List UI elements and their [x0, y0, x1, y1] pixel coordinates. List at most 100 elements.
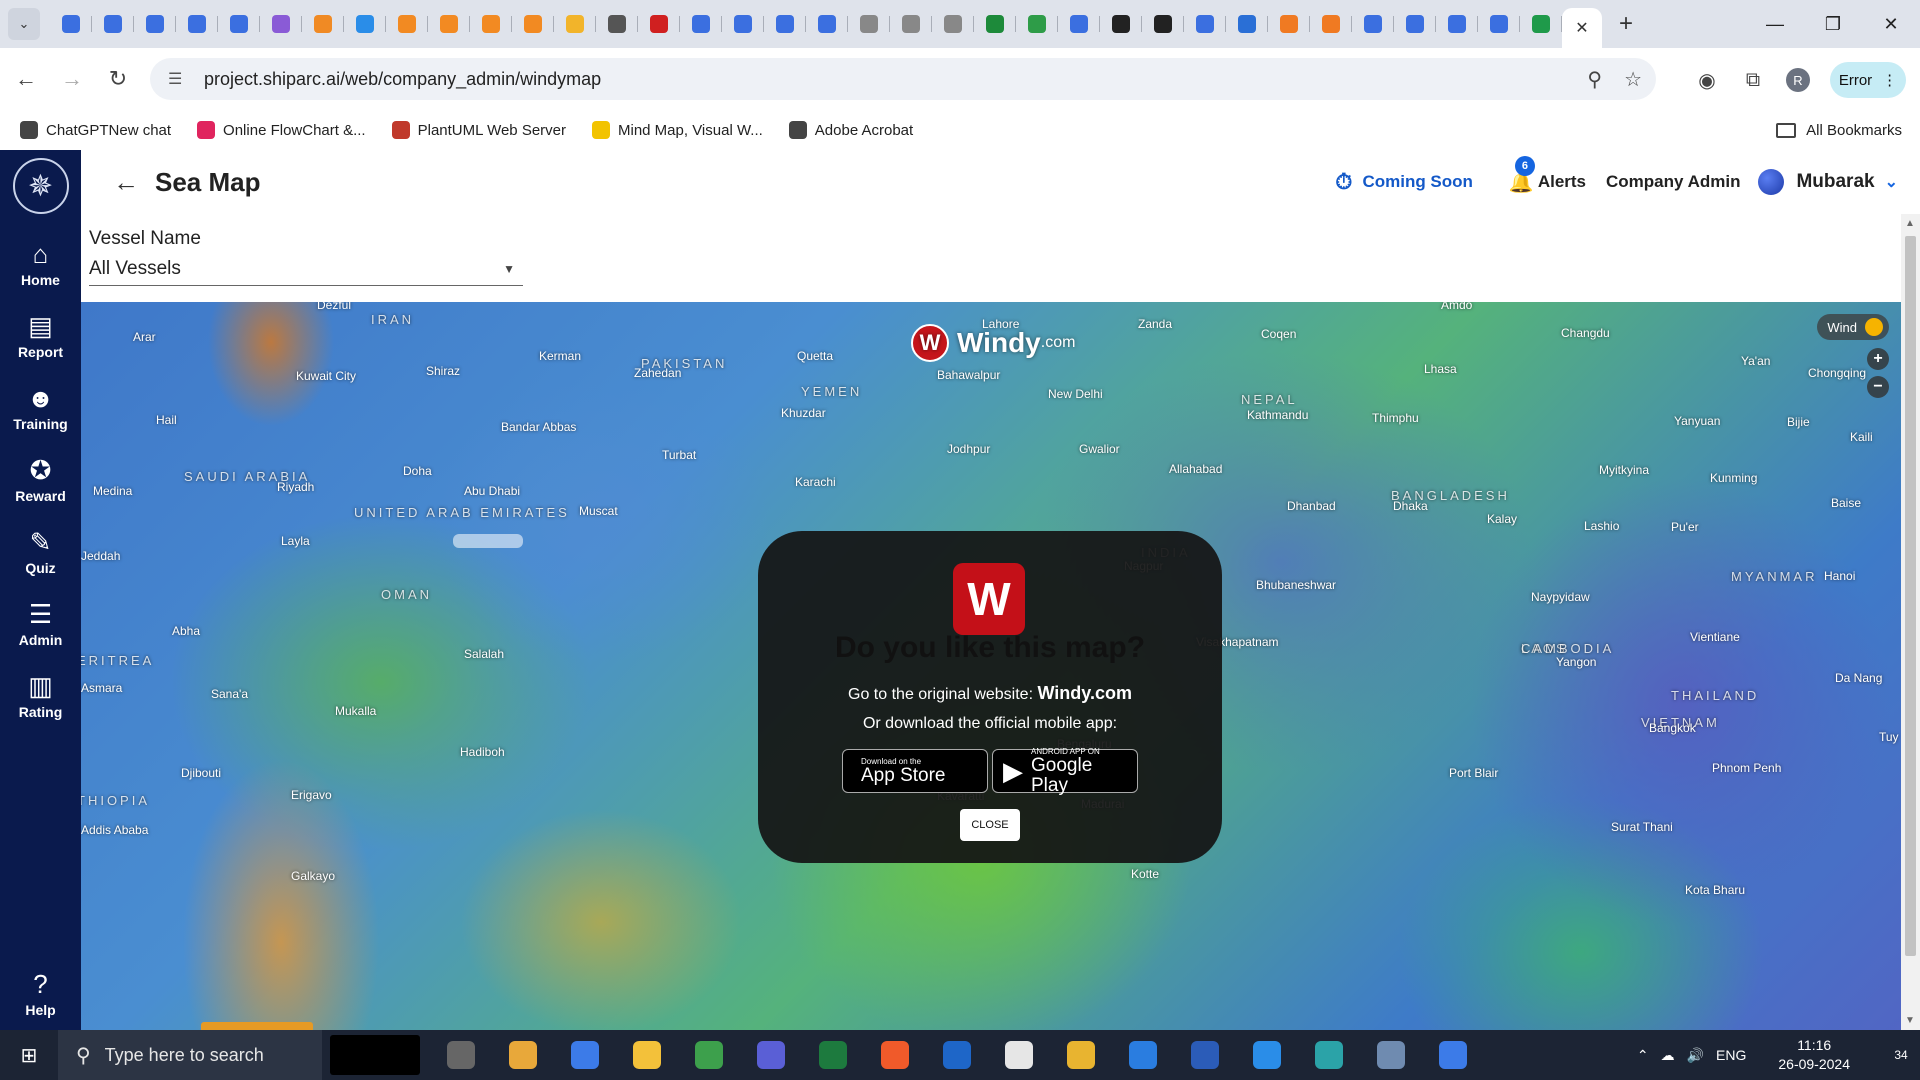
- browser-tab[interactable]: [554, 6, 596, 42]
- browser-tab[interactable]: [932, 6, 974, 42]
- browser-tab[interactable]: [470, 6, 512, 42]
- browser-tab[interactable]: [1436, 6, 1478, 42]
- user-menu[interactable]: Mubarak ⌄: [1758, 169, 1898, 195]
- app-store-button[interactable]: Download on the App Store: [842, 749, 988, 793]
- browser-tab[interactable]: [1142, 6, 1184, 42]
- taskbar-app-button[interactable]: [1236, 1030, 1298, 1080]
- browser-tab[interactable]: [1394, 6, 1436, 42]
- bookmark-item[interactable]: PlantUML Web Server: [391, 121, 566, 139]
- browser-tab[interactable]: [512, 6, 554, 42]
- coming-soon-button[interactable]: ⏱ Coming Soon: [1335, 169, 1473, 195]
- taskbar-app-button[interactable]: [492, 1030, 554, 1080]
- browser-tab[interactable]: [680, 6, 722, 42]
- taskbar-app-button[interactable]: [1050, 1030, 1112, 1080]
- close-dialog-button[interactable]: CLOSE: [960, 809, 1020, 841]
- bookmark-item[interactable]: Mind Map, Visual W...: [592, 121, 763, 139]
- address-bar[interactable]: ☰ project.shiparc.ai/web/company_admin/w…: [150, 58, 1656, 100]
- tab-search-button[interactable]: ⌄: [8, 8, 40, 40]
- google-play-button[interactable]: ▶ ANDROID APP ON Google Play: [992, 747, 1138, 795]
- taskbar-app-button[interactable]: [678, 1030, 740, 1080]
- timeline-tab[interactable]: [201, 1022, 313, 1030]
- taskbar-app-button[interactable]: [554, 1030, 616, 1080]
- taskbar-app-button[interactable]: [616, 1030, 678, 1080]
- zoom-in-button[interactable]: +: [1867, 348, 1889, 370]
- minimize-icon[interactable]: —: [1746, 0, 1804, 48]
- sidebar-item-home[interactable]: ⌂ Home: [0, 228, 81, 300]
- browser-tab[interactable]: [764, 6, 806, 42]
- extension-icon[interactable]: ◉: [1694, 68, 1720, 93]
- browser-tab[interactable]: [1184, 6, 1226, 42]
- active-tab[interactable]: ✕: [1562, 8, 1602, 48]
- zoom-icon[interactable]: ⚲: [1587, 67, 1602, 92]
- all-bookmarks[interactable]: All Bookmarks: [1776, 122, 1902, 139]
- close-window-icon[interactable]: ✕: [1862, 0, 1920, 48]
- browser-tab[interactable]: [1478, 6, 1520, 42]
- taskbar-app-button[interactable]: [988, 1030, 1050, 1080]
- browser-tab[interactable]: [974, 6, 1016, 42]
- sidebar-item-admin[interactable]: ☰ Admin: [0, 588, 81, 660]
- search-highlight-image[interactable]: [330, 1035, 420, 1075]
- browser-tab[interactable]: [848, 6, 890, 42]
- page-scrollbar[interactable]: ▲ ▼: [1901, 214, 1920, 1030]
- taskbar-app-button[interactable]: [1298, 1030, 1360, 1080]
- scrollbar-thumb[interactable]: [1905, 236, 1916, 956]
- browser-tab[interactable]: [1100, 6, 1142, 42]
- layer-chip[interactable]: Wind: [1817, 314, 1889, 340]
- browser-tab[interactable]: [386, 6, 428, 42]
- back-icon[interactable]: ←: [6, 59, 46, 99]
- taskbar-app-button[interactable]: [430, 1030, 492, 1080]
- compass-logo-icon[interactable]: ✵: [12, 158, 69, 214]
- browser-tab[interactable]: [134, 6, 176, 42]
- clock[interactable]: 11:16 26-09-2024: [1778, 1036, 1850, 1074]
- scroll-down-icon[interactable]: ▼: [1905, 1015, 1915, 1026]
- error-button[interactable]: Error ⋮: [1830, 62, 1906, 98]
- browser-tab[interactable]: [260, 6, 302, 42]
- sidebar-item-training[interactable]: ☻ Training: [0, 372, 81, 444]
- volume-icon[interactable]: 🔊: [1687, 1047, 1704, 1064]
- browser-tab[interactable]: [1520, 6, 1562, 42]
- browser-tab[interactable]: [1016, 6, 1058, 42]
- site-info-icon[interactable]: ☰: [168, 69, 188, 89]
- browser-tab[interactable]: [428, 6, 470, 42]
- reload-icon[interactable]: ↻: [98, 59, 138, 99]
- taskbar-app-button[interactable]: [926, 1030, 988, 1080]
- tray-chevron-icon[interactable]: ⌃: [1637, 1047, 1649, 1064]
- extensions-puzzle-icon[interactable]: ⧉: [1740, 69, 1766, 92]
- browser-tab[interactable]: [218, 6, 260, 42]
- taskbar-app-button[interactable]: [1112, 1030, 1174, 1080]
- bookmark-item[interactable]: ChatGPTNew chat: [20, 121, 171, 139]
- taskbar-app-button[interactable]: [1360, 1030, 1422, 1080]
- browser-tab[interactable]: [50, 6, 92, 42]
- bookmark-item[interactable]: Adobe Acrobat: [788, 121, 913, 139]
- browser-tab[interactable]: [638, 6, 680, 42]
- windows-start-icon[interactable]: ⊞: [0, 1030, 58, 1080]
- alerts-button[interactable]: 🔔 6 Alerts: [1509, 155, 1586, 195]
- sidebar-item-reward[interactable]: ✪ Reward: [0, 444, 81, 516]
- restore-icon[interactable]: ❐: [1804, 0, 1862, 48]
- close-tab-icon[interactable]: ✕: [1575, 18, 1588, 38]
- browser-tab[interactable]: [92, 6, 134, 42]
- scroll-up-icon[interactable]: ▲: [1905, 218, 1915, 229]
- notification-center[interactable]: 34: [1882, 1030, 1920, 1080]
- browser-tab[interactable]: [1058, 6, 1100, 42]
- forward-icon[interactable]: →: [52, 59, 92, 99]
- new-tab-button[interactable]: +: [1608, 6, 1644, 42]
- bookmark-star-icon[interactable]: ☆: [1624, 67, 1642, 92]
- browser-tab[interactable]: [1310, 6, 1352, 42]
- browser-tab[interactable]: [176, 6, 218, 42]
- vessel-select[interactable]: All Vessels ▼: [89, 252, 523, 286]
- lang-indicator[interactable]: ENG: [1716, 1047, 1746, 1063]
- zoom-out-button[interactable]: −: [1867, 376, 1889, 398]
- sidebar-item-help[interactable]: ? Help: [0, 958, 81, 1030]
- browser-tab[interactable]: [890, 6, 932, 42]
- onedrive-icon[interactable]: ☁: [1661, 1047, 1675, 1064]
- back-arrow-icon[interactable]: ←: [113, 167, 139, 198]
- bookmark-item[interactable]: Online FlowChart &...: [197, 121, 366, 139]
- windy-website-link[interactable]: Windy.com: [1037, 683, 1132, 703]
- browser-tab[interactable]: [1226, 6, 1268, 42]
- sidebar-item-rating[interactable]: ▥ Rating: [0, 660, 81, 732]
- taskbar-app-button[interactable]: [802, 1030, 864, 1080]
- sidebar-item-report[interactable]: ▤ Report: [0, 300, 81, 372]
- browser-tab[interactable]: [1352, 6, 1394, 42]
- browser-tab[interactable]: [596, 6, 638, 42]
